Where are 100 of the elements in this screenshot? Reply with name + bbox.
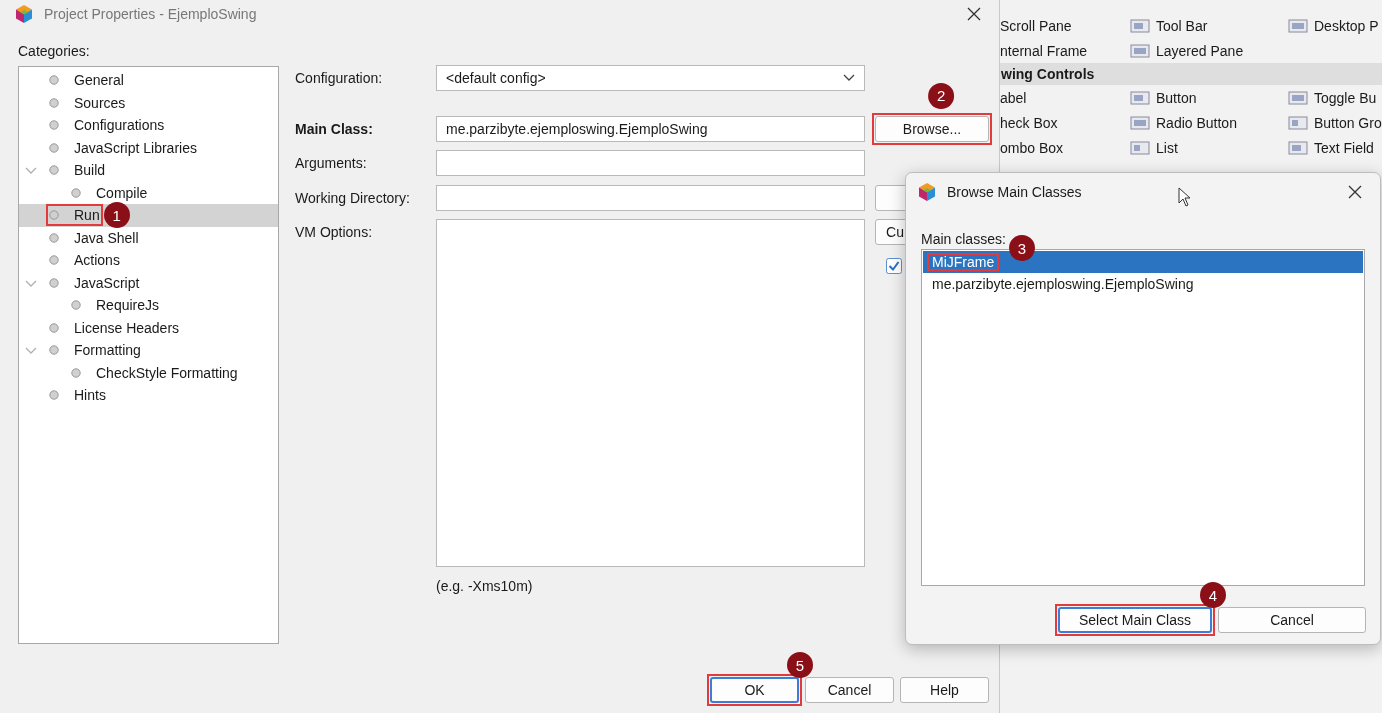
- palette-item[interactable]: Tool Bar: [1130, 17, 1288, 34]
- tree-item[interactable]: Hints: [19, 384, 278, 407]
- component-icon[interactable]: [1130, 42, 1150, 59]
- tree-item[interactable]: JavaScript Libraries: [19, 136, 278, 159]
- tree-item[interactable]: License Headers: [19, 316, 278, 339]
- component-icon[interactable]: [1130, 114, 1150, 131]
- bullet-icon: [71, 367, 81, 378]
- categories-label: Categories:: [18, 43, 91, 61]
- window-title: Project Properties - EjemploSwing: [44, 6, 257, 22]
- close-icon[interactable]: [967, 7, 981, 21]
- tree-label: Sources: [74, 94, 126, 111]
- field-label: VM Options:: [295, 223, 374, 242]
- field-label: Working Directory:: [295, 188, 411, 208]
- tree-label: Formatting: [74, 342, 141, 359]
- tree-item[interactable]: Build: [19, 159, 278, 182]
- bullet-icon: [49, 277, 59, 288]
- text-field[interactable]: [436, 184, 865, 211]
- bullet-icon: [49, 232, 59, 243]
- tree-label: Run: [74, 207, 100, 224]
- palette-item[interactable]: Button: [1130, 89, 1288, 106]
- tree-item[interactable]: Actions: [19, 249, 278, 272]
- palette-item[interactable]: Button Gro: [1288, 114, 1382, 131]
- cube-icon: [917, 182, 937, 202]
- component-icon[interactable]: [1130, 17, 1150, 34]
- component-icon[interactable]: [1288, 89, 1308, 106]
- bullet-icon: [71, 187, 81, 198]
- field-label: Main Class:: [295, 119, 374, 139]
- cursor-icon: [1178, 187, 1191, 207]
- window-title: Browse Main Classes: [947, 184, 1082, 200]
- side-button[interactable]: Browse...: [875, 115, 989, 142]
- tree-label: Build: [74, 162, 106, 179]
- tree-item[interactable]: Formatting: [19, 339, 278, 362]
- class-list-item[interactable]: me.parzibyte.ejemploswing.EjemploSwing: [923, 273, 1363, 295]
- palette-item[interactable]: Text Field: [1288, 139, 1382, 156]
- bullet-icon: [49, 97, 59, 108]
- step-badge: 5: [787, 652, 813, 678]
- component-icon[interactable]: [1288, 139, 1308, 156]
- tree-item[interactable]: CheckStyle Formatting: [19, 361, 278, 384]
- tree-label: Java Shell: [74, 229, 139, 246]
- bullet-icon: [49, 345, 59, 356]
- component-icon[interactable]: [1288, 114, 1308, 131]
- step-badge: 4: [1200, 582, 1226, 608]
- component-icon[interactable]: [1130, 139, 1150, 156]
- palette-item[interactable]: Layered Pane: [1130, 42, 1288, 59]
- palette-section-header[interactable]: wing Controls: [1000, 63, 1382, 85]
- tree-item[interactable]: Run 1: [19, 204, 278, 227]
- tree-label: Configurations: [74, 117, 165, 134]
- dialog-button[interactable]: Cancel: [805, 677, 894, 703]
- tree-item[interactable]: General: [19, 69, 278, 92]
- component-icon[interactable]: [1288, 17, 1308, 34]
- dialog-button[interactable]: Cancel: [1218, 607, 1366, 633]
- palette-item[interactable]: Radio Button: [1130, 114, 1288, 131]
- palette-item[interactable]: ombo Box: [1000, 139, 1130, 156]
- tree-item[interactable]: JavaScript: [19, 271, 278, 294]
- text-field[interactable]: [436, 150, 865, 176]
- tree-item[interactable]: Sources: [19, 91, 278, 114]
- bullet-icon: [49, 120, 59, 131]
- bullet-icon: [49, 75, 59, 86]
- palette-item[interactable]: Desktop P: [1288, 17, 1382, 34]
- tree-label: Actions: [74, 252, 120, 269]
- step-badge: 2: [928, 82, 955, 109]
- chevron-down-icon: [843, 74, 855, 82]
- config-dropdown[interactable]: <default config>: [436, 65, 865, 91]
- tree-item[interactable]: Configurations: [19, 114, 278, 137]
- palette-item[interactable]: Scroll Pane: [1000, 17, 1130, 34]
- palette-item[interactable]: Toggle Bu: [1288, 89, 1382, 106]
- dialog-button[interactable]: OK: [710, 677, 799, 703]
- palette-item[interactable]: heck Box: [1000, 114, 1130, 131]
- dialog-button[interactable]: Select Main Class: [1058, 607, 1212, 633]
- step-badge: 1: [103, 202, 130, 229]
- checkbox[interactable]: [886, 258, 902, 274]
- tree-label: License Headers: [74, 319, 180, 336]
- step-badge: 3: [1009, 235, 1035, 261]
- tree-item[interactable]: RequireJs: [19, 294, 278, 317]
- palette-item[interactable]: abel: [1000, 89, 1130, 106]
- palette-item[interactable]: nternal Frame: [1000, 42, 1130, 59]
- field-label: Arguments:: [295, 154, 368, 173]
- bullet-icon: [71, 300, 81, 311]
- text-field[interactable]: me.parzibyte.ejemploswing.EjemploSwing: [436, 115, 865, 142]
- bullet-icon: [49, 165, 59, 176]
- close-icon[interactable]: [1348, 185, 1362, 199]
- cube-icon: [14, 4, 34, 24]
- bullet-icon: [49, 390, 59, 401]
- tree-label: Hints: [74, 387, 106, 404]
- tree-label: JavaScript: [74, 274, 140, 291]
- bullet-icon: [49, 255, 59, 266]
- hint-text: (e.g. -Xms10m): [435, 578, 534, 594]
- component-icon[interactable]: [1130, 89, 1150, 106]
- tree-label: Compile: [96, 184, 148, 201]
- annotation-box: [46, 204, 103, 227]
- tree-label: CheckStyle Formatting: [96, 364, 238, 381]
- tree-item[interactable]: Compile: [19, 181, 278, 204]
- palette-item[interactable]: List: [1130, 139, 1288, 156]
- bullet-icon: [49, 322, 59, 333]
- tree-label: JavaScript Libraries: [74, 139, 197, 156]
- tree-label: General: [74, 72, 124, 89]
- dialog-button[interactable]: Help: [900, 677, 989, 703]
- bullet-icon: [49, 210, 59, 221]
- tree-item[interactable]: Java Shell: [19, 226, 278, 249]
- bullet-icon: [49, 142, 59, 153]
